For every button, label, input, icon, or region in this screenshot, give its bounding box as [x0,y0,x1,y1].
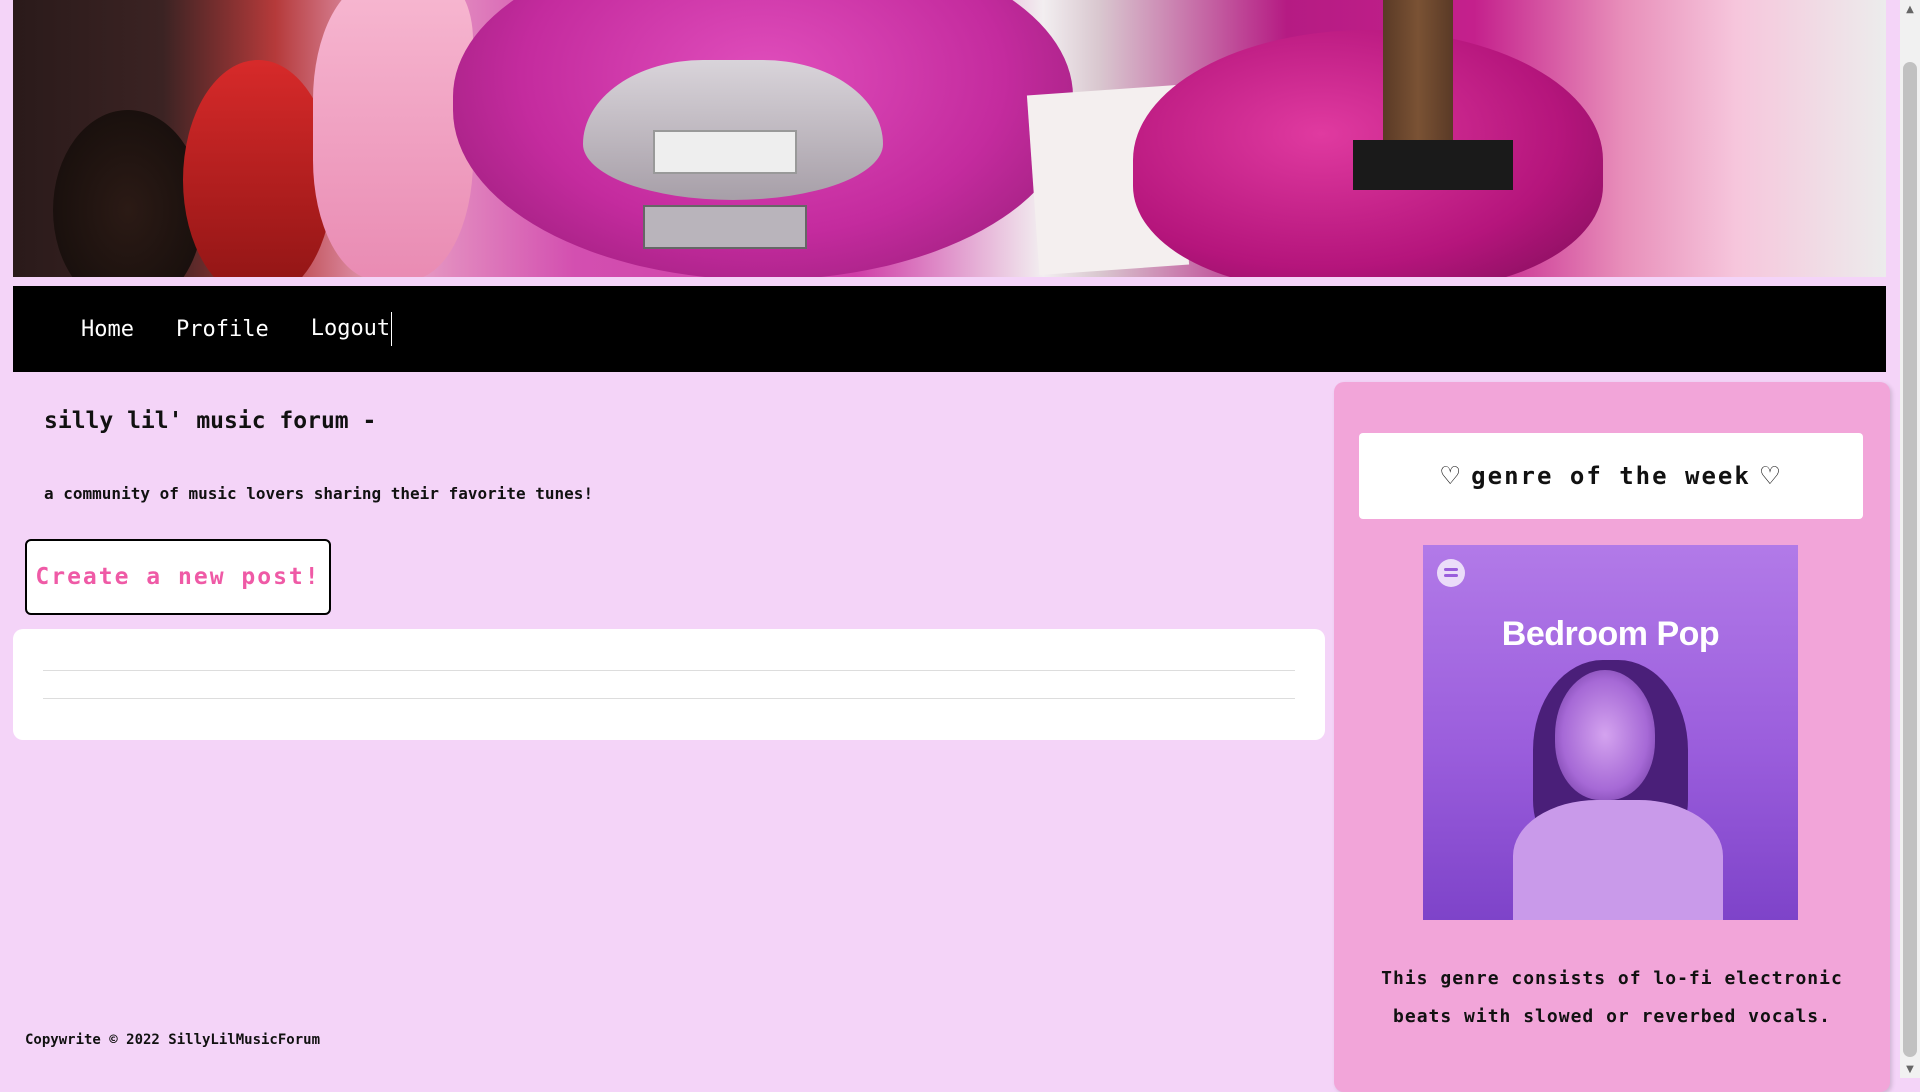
banner-pickup-black [1353,140,1513,190]
cover-person-face [1555,670,1655,800]
scroll-down-arrow-icon[interactable]: ▼ [1900,1060,1920,1078]
genre-of-the-week-heading: ♡ genre of the week ♡ [1359,433,1863,519]
vertical-scrollbar[interactable]: ▲ ▼ [1900,0,1920,1078]
footer-copyright: Copywrite © 2022 SillyLilMusicForum [25,1032,321,1048]
banner-guitar-pink [313,0,473,277]
genre-of-the-week-sidebar: ♡ genre of the week ♡ Bedroom Pop This g… [1334,382,1890,1092]
banner-guitar-red [183,60,333,277]
nav-logout-label: Logout [310,316,391,341]
genre-heading-text: genre of the week [1471,462,1751,490]
nav-home-link[interactable]: Home [81,317,134,342]
playlist-cover-image[interactable]: Bedroom Pop [1423,545,1798,920]
playlist-cover-title: Bedroom Pop [1501,615,1720,653]
site-tagline: a community of music lovers sharing thei… [44,484,594,503]
scroll-up-arrow-icon[interactable]: ▲ [1900,0,1920,18]
heart-icon: ♡ [1760,458,1781,494]
post-divider [43,670,1295,671]
nav-logout-link[interactable]: Logout [310,312,393,346]
text-caret [391,312,393,346]
posts-list-panel [13,629,1325,740]
site-title: silly lil' music forum - [44,408,377,434]
genre-description: This genre consists of lo-fi electronic … [1381,968,1843,1027]
create-post-button[interactable]: Create a new post! [25,539,331,615]
banner-guitar-neck [1383,0,1453,150]
cover-person-body [1513,800,1723,920]
main-nav: Home Profile Logout [13,286,1886,372]
spotify-icon [1437,559,1465,587]
scrollbar-thumb[interactable] [1903,62,1917,1057]
banner-guitar-dark [53,110,203,277]
post-divider [43,698,1295,699]
banner-bridge [643,205,807,249]
banner-pickup [653,130,797,174]
header-banner-image [13,0,1886,277]
nav-profile-link[interactable]: Profile [176,317,269,342]
heart-icon: ♡ [1441,458,1462,494]
